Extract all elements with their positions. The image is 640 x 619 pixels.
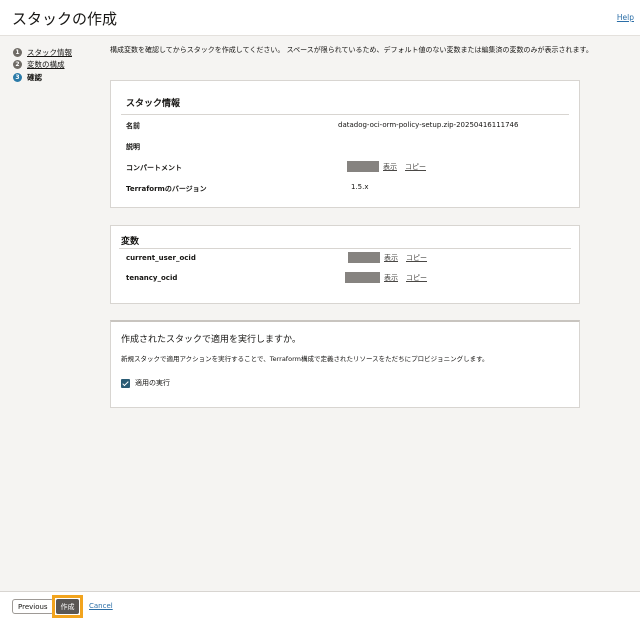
compartment-show-link[interactable]: 表示: [383, 162, 397, 172]
run-apply-checkbox[interactable]: 適用の実行: [121, 378, 170, 388]
compartment-label: コンパートメント: [126, 164, 182, 172]
divider: [121, 114, 569, 115]
step-label[interactable]: 変数の構成: [27, 59, 65, 70]
variables-heading: 変数: [121, 237, 140, 247]
apply-heading: 作成されたスタックで適用を実行しますか。: [121, 335, 301, 345]
masked-value: [348, 252, 380, 263]
wizard-steps: 1 スタック情報 2 変数の構成 3 確認: [13, 46, 72, 84]
name-value: datadog-oci-orm-policy-setup.zip-2025041…: [338, 121, 519, 129]
terraform-version-value: 1.5.x: [351, 183, 369, 191]
step-number: 1: [13, 47, 22, 57]
variable-copy-link[interactable]: コピー: [406, 273, 427, 283]
variable-show-link[interactable]: 表示: [384, 253, 398, 263]
create-button[interactable]: 作成: [56, 599, 79, 614]
variables-card: 変数 current_user_ocid 表示 コピー tenancy_ocid…: [110, 225, 580, 304]
terraform-version-label: Terraformのバージョン: [126, 185, 207, 193]
masked-value: [345, 272, 380, 283]
apply-description: 新規スタックで適用アクションを実行することで、Terraform構成で定義された…: [121, 355, 489, 363]
description-label: 説明: [126, 143, 140, 151]
variable-label: tenancy_ocid: [126, 274, 178, 282]
intro-text: 構成変数を確認してからスタックを作成してください。 スペースが限られているため、…: [110, 46, 593, 54]
step-stack-info[interactable]: 1 スタック情報: [13, 46, 72, 59]
step-label: 確認: [27, 72, 42, 82]
create-button-highlight: 作成: [52, 595, 83, 618]
compartment-copy-link[interactable]: コピー: [405, 162, 426, 172]
cancel-link[interactable]: Cancel: [89, 602, 113, 610]
step-configure-variables[interactable]: 2 変数の構成: [13, 59, 72, 72]
divider: [119, 248, 571, 249]
variable-label: current_user_ocid: [126, 254, 196, 262]
variable-value: 表示 コピー: [345, 272, 435, 283]
masked-value: [347, 161, 379, 172]
variable-copy-link[interactable]: コピー: [406, 253, 427, 263]
compartment-value: 表示 コピー: [347, 161, 434, 172]
page-title: スタックの作成: [12, 10, 118, 28]
step-number: 2: [13, 60, 22, 70]
footer-bar: Previous 作成 Cancel: [0, 591, 640, 619]
variable-value: 表示 コピー: [348, 252, 435, 263]
page-header: スタックの作成 Help: [0, 0, 640, 36]
step-label[interactable]: スタック情報: [27, 47, 72, 58]
checkbox-checked-icon[interactable]: [121, 378, 130, 388]
stack-info-heading: スタック情報: [126, 99, 181, 109]
step-number: 3: [13, 72, 22, 82]
help-link[interactable]: Help: [617, 13, 634, 22]
checkbox-label[interactable]: 適用の実行: [135, 378, 170, 388]
step-review: 3 確認: [13, 71, 72, 84]
previous-button[interactable]: Previous: [12, 599, 54, 614]
name-label: 名前: [126, 122, 140, 130]
stack-info-card: スタック情報 名前 datadog-oci-orm-policy-setup.z…: [110, 80, 580, 208]
apply-card: 作成されたスタックで適用を実行しますか。 新規スタックで適用アクションを実行する…: [110, 320, 580, 408]
variable-show-link[interactable]: 表示: [384, 273, 398, 283]
